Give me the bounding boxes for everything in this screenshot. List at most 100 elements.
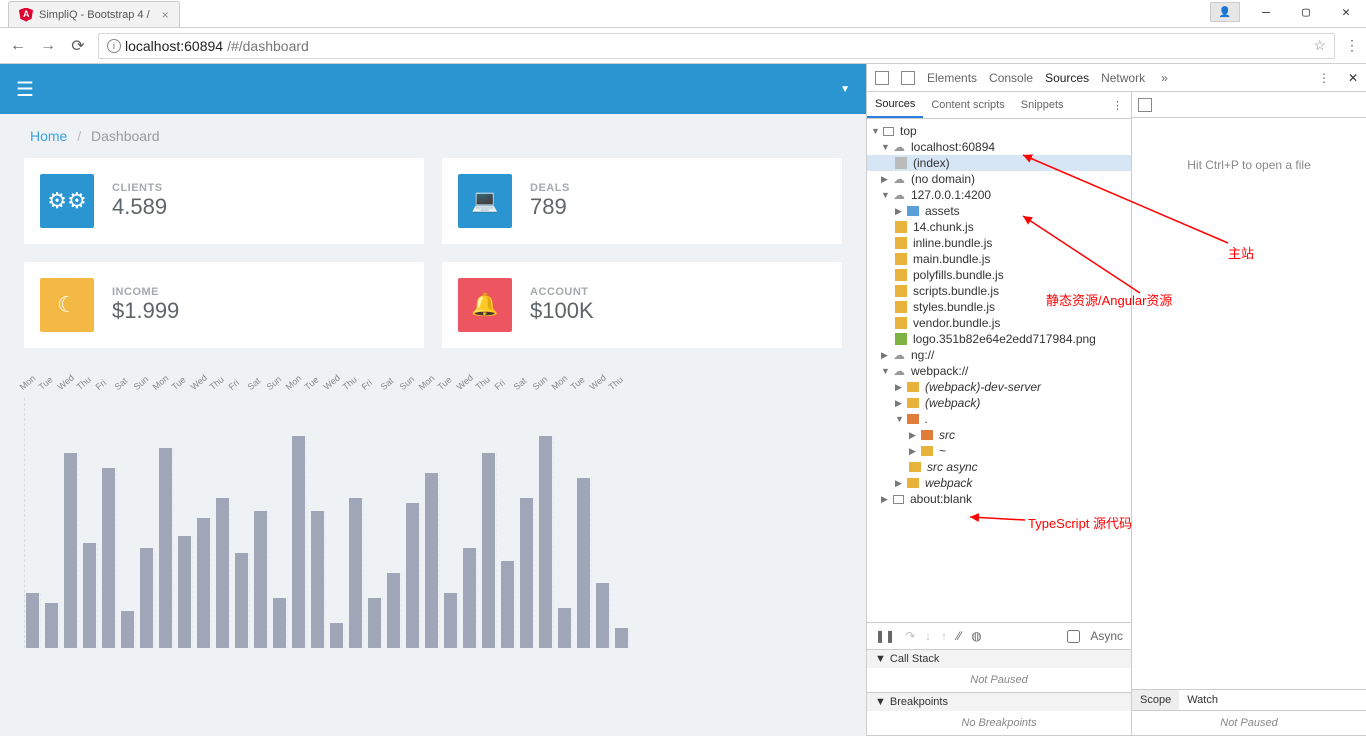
bar xyxy=(101,468,117,648)
scope-tab[interactable]: Scope xyxy=(1132,690,1179,710)
bar xyxy=(139,548,155,648)
tree-tilde[interactable]: ~ xyxy=(939,444,946,458)
devtools-menu-icon[interactable]: ⋮ xyxy=(1318,71,1330,85)
bar xyxy=(44,603,60,648)
bookmark-star-icon[interactable]: ☆ xyxy=(1313,37,1326,54)
deactivate-breakpoints-icon[interactable]: ⁄⁄ xyxy=(957,629,961,643)
tree-dot[interactable]: . xyxy=(925,412,928,426)
devtools-toolbar: Elements Console Sources Network » ⋮ ✕ xyxy=(867,64,1366,92)
tree-index[interactable]: (index) xyxy=(913,156,950,170)
tree-file[interactable]: scripts.bundle.js xyxy=(913,284,999,298)
js-file-icon xyxy=(895,237,907,249)
tree-file[interactable]: inline.bundle.js xyxy=(913,236,992,250)
scope-body: Not Paused xyxy=(1132,711,1366,735)
tree-file[interactable]: main.bundle.js xyxy=(913,252,990,266)
step-into-icon[interactable]: ↓ xyxy=(925,629,931,643)
async-label: Async xyxy=(1090,629,1123,643)
breadcrumb-current: Dashboard xyxy=(91,128,160,144)
call-stack-body: Not Paused xyxy=(867,668,1131,692)
site-info-icon[interactable]: i xyxy=(107,39,121,53)
maximize-button[interactable]: ▢ xyxy=(1286,0,1326,24)
tree-top[interactable]: top xyxy=(900,124,917,138)
tabs-overflow-icon[interactable]: » xyxy=(1161,71,1168,85)
device-toolbar-icon[interactable] xyxy=(901,71,915,85)
subtab-sources[interactable]: Sources xyxy=(867,92,923,118)
breakpoints-section[interactable]: ▼Breakpoints No Breakpoints xyxy=(867,693,1131,736)
step-over-icon[interactable]: ↷ xyxy=(905,629,915,643)
browser-menu-button[interactable]: ⋮ xyxy=(1345,37,1358,54)
devtools-close-icon[interactable]: ✕ xyxy=(1348,71,1358,85)
tree-wds[interactable]: (webpack)-dev-server xyxy=(925,380,1041,394)
tree-src[interactable]: src xyxy=(939,428,955,442)
browser-tab[interactable]: SimpliQ - Bootstrap 4 / × xyxy=(8,1,180,27)
bar xyxy=(63,453,79,648)
bar xyxy=(196,518,212,648)
subtab-content-scripts[interactable]: Content scripts xyxy=(923,93,1012,117)
subtab-snippets[interactable]: Snippets xyxy=(1013,93,1072,117)
breadcrumb-home-link[interactable]: Home xyxy=(30,128,67,144)
forward-button[interactable]: → xyxy=(38,37,58,55)
tab-close-icon[interactable]: × xyxy=(162,8,169,22)
bar xyxy=(405,503,421,648)
omnibox[interactable]: i localhost:60894/#/dashboard ☆ xyxy=(98,33,1335,59)
tree-file[interactable]: vendor.bundle.js xyxy=(913,316,1000,330)
watch-tab[interactable]: Watch xyxy=(1179,690,1226,710)
cloud-icon xyxy=(893,172,907,186)
card-account: 🔔 ACCOUNT $100K xyxy=(442,262,842,348)
scope-watch-tabs: Scope Watch xyxy=(1132,690,1366,711)
tree-about[interactable]: about:blank xyxy=(910,492,972,506)
step-out-icon[interactable]: ↑ xyxy=(941,629,947,643)
tree-file[interactable]: styles.bundle.js xyxy=(913,300,995,314)
bar xyxy=(158,448,174,648)
tree-file[interactable]: polyfills.bundle.js xyxy=(913,268,1004,282)
header-dropdown-icon[interactable]: ▼ xyxy=(840,84,850,95)
bar xyxy=(576,478,592,648)
subtab-options-icon[interactable]: ⋮ xyxy=(1104,99,1131,112)
editor-hint: Hit Ctrl+P to open a file xyxy=(1187,158,1311,172)
bell-icon: 🔔 xyxy=(458,278,512,332)
user-avatar-icon[interactable]: 👤 xyxy=(1210,2,1240,22)
tab-console[interactable]: Console xyxy=(989,71,1033,85)
pause-resume-icon[interactable]: ❚❚ xyxy=(875,629,895,643)
page-viewport: ☰ ▼ Home / Dashboard ⚙⚙ CLIENTS 4.589 💻 … xyxy=(0,64,866,736)
reload-button[interactable]: ⟳ xyxy=(68,36,88,56)
inspect-element-icon[interactable] xyxy=(875,71,889,85)
tree-file[interactable]: logo.351b82e64e2edd717984.png xyxy=(913,332,1096,346)
minimize-button[interactable]: — xyxy=(1246,0,1286,24)
card-value: 789 xyxy=(530,194,570,220)
card-label: ACCOUNT xyxy=(530,286,594,298)
tree-webpack[interactable]: webpack:// xyxy=(911,364,968,378)
bar xyxy=(424,473,440,648)
tree-wpf[interactable]: webpack xyxy=(925,476,972,490)
async-checkbox[interactable] xyxy=(1067,630,1080,643)
tree-file[interactable]: 14.chunk.js xyxy=(913,220,974,234)
tab-title: SimpliQ - Bootstrap 4 / xyxy=(39,9,150,21)
bar xyxy=(481,453,497,648)
tree-assets[interactable]: assets xyxy=(925,204,960,218)
js-file-icon xyxy=(895,269,907,281)
bar xyxy=(234,553,250,648)
sources-tree[interactable]: ▼top ▼localhost:60894 (index) ▶(no domai… xyxy=(867,119,1131,622)
tree-srcasync[interactable]: src async xyxy=(927,460,978,474)
tab-sources[interactable]: Sources xyxy=(1045,71,1089,85)
card-label: DEALS xyxy=(530,182,570,194)
tree-ng[interactable]: ng:// xyxy=(911,348,934,362)
tree-dev-host[interactable]: 127.0.0.1:4200 xyxy=(911,188,991,202)
card-value: 4.589 xyxy=(112,194,167,220)
tree-host[interactable]: localhost:60894 xyxy=(911,140,995,154)
call-stack-section[interactable]: ▼Call Stack Not Paused xyxy=(867,650,1131,693)
hamburger-icon[interactable]: ☰ xyxy=(16,77,34,102)
show-navigator-icon[interactable] xyxy=(1138,98,1152,112)
app-header: ☰ ▼ xyxy=(0,64,866,114)
folder-icon xyxy=(921,430,933,440)
tree-wp[interactable]: (webpack) xyxy=(925,396,980,410)
card-label: CLIENTS xyxy=(112,182,167,194)
pause-on-exceptions-icon[interactable]: ◍ xyxy=(971,629,981,643)
tab-network[interactable]: Network xyxy=(1101,71,1145,85)
back-button[interactable]: ← xyxy=(8,37,28,55)
close-window-button[interactable]: ✕ xyxy=(1326,0,1366,24)
editor-pane: Hit Ctrl+P to open a file xyxy=(1132,92,1366,690)
bar xyxy=(595,583,611,648)
tab-elements[interactable]: Elements xyxy=(927,71,977,85)
tree-nodomain[interactable]: (no domain) xyxy=(911,172,975,186)
